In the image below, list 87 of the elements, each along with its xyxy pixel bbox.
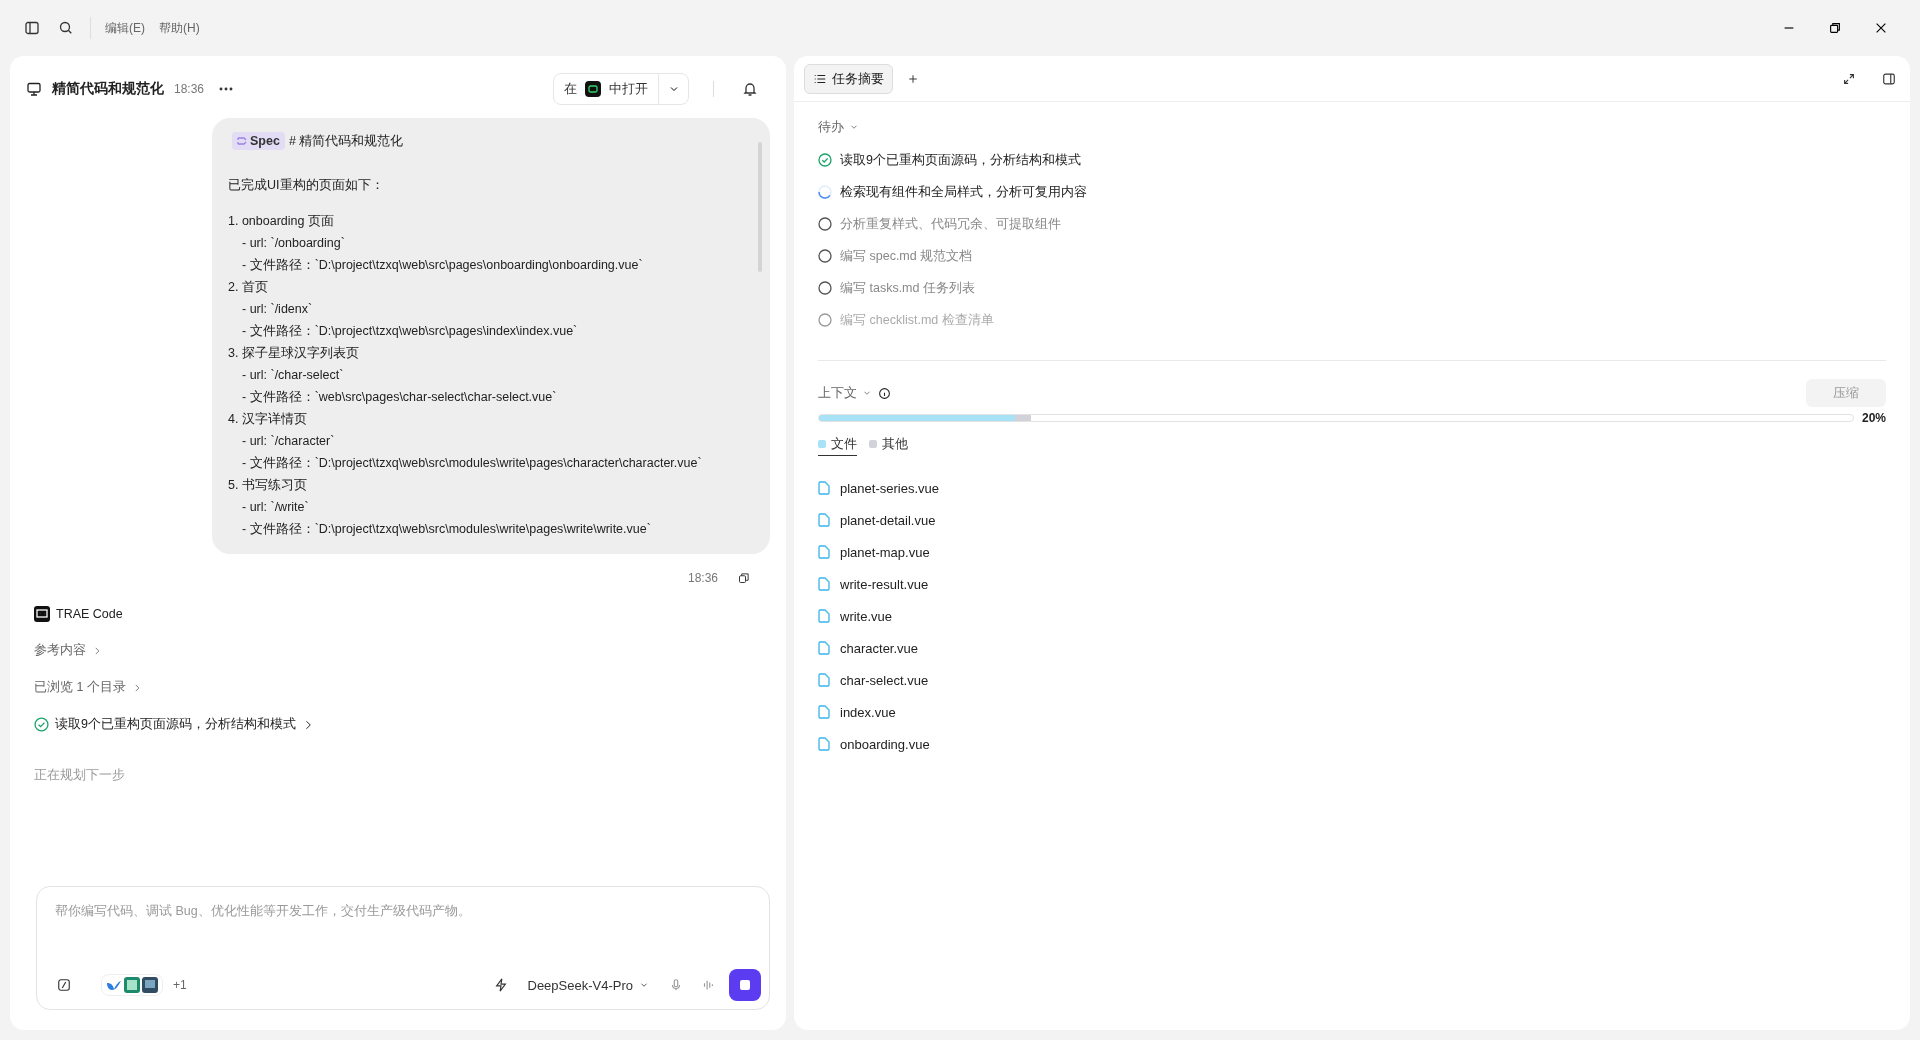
collapsible-step[interactable]: 参考内容	[34, 642, 102, 659]
todo-text: 分析重复样式、代码冗余、可提取组件	[840, 215, 1061, 233]
app-icon	[142, 977, 158, 993]
list-item: 1. onboarding 页面	[228, 213, 335, 230]
sidebar-icon	[24, 20, 40, 36]
file-icon	[818, 609, 830, 623]
file-icon	[818, 705, 830, 719]
file-name[interactable]: char-select.vue	[840, 672, 929, 688]
file-name[interactable]: index.vue	[840, 704, 896, 720]
model-selector[interactable]: DeepSeek-V4-Pro	[521, 976, 655, 994]
message-heading: # 精简代码和规范化	[288, 133, 404, 150]
todo-text: 编写 spec.md 规范文档	[840, 247, 973, 265]
extra-count: +1	[173, 978, 187, 992]
monitor-icon	[26, 81, 42, 97]
list-subitem: - 文件路径：`D:\project\tzxq\web\src\modules\write\pages\write\write.vue`	[241, 521, 652, 538]
task-step[interactable]: 读取9个已重构页面源码，分析结构和模式	[34, 716, 314, 733]
list-subitem: - url: `/character`	[241, 433, 336, 450]
file-name[interactable]: write.vue	[840, 608, 893, 624]
file-icon	[818, 577, 830, 591]
expand-icon	[1842, 71, 1856, 86]
menu-item[interactable]: 帮助(H)	[159, 19, 200, 37]
list-item: 5. 书写练习页	[228, 477, 308, 494]
file-icon	[818, 641, 830, 655]
list-subitem: - url: `/idenx`	[241, 301, 314, 318]
file-icon	[818, 673, 830, 687]
file-name[interactable]: planet-detail.vue	[840, 512, 936, 528]
microphone-icon	[669, 978, 683, 992]
search-icon	[58, 20, 74, 36]
context-chips[interactable]	[101, 974, 163, 996]
file-name[interactable]: write-result.vue	[840, 576, 929, 592]
chat-title: 精简代码和规范化	[52, 80, 164, 98]
file-icon	[818, 481, 830, 495]
file-name[interactable]: onboarding.vue	[840, 736, 930, 752]
file-name[interactable]: planet-series.vue	[840, 480, 939, 496]
spec-icon	[237, 136, 247, 146]
list-item: 4. 汉字详情页	[228, 411, 308, 428]
todo-text: 检索现有组件和全局样式，分析可复用内容	[840, 183, 1087, 201]
stop-icon	[740, 980, 750, 990]
plus-icon	[907, 72, 919, 85]
file-icon	[818, 513, 830, 527]
message-text: 已完成UI重构的页面如下：	[228, 177, 385, 194]
todo-text: 编写 checklist.md 检查清单	[840, 311, 994, 329]
app-icon	[124, 977, 140, 993]
spec-tag: Spec	[232, 132, 285, 150]
chat-time: 18:36	[174, 82, 205, 96]
todo-text: 编写 tasks.md 任务列表	[840, 279, 975, 297]
tab[interactable]: 任务摘要	[804, 63, 893, 94]
todo-section-toggle[interactable]: 待办	[818, 118, 1886, 136]
agent-logo-icon	[34, 606, 50, 622]
slash-icon	[57, 978, 71, 992]
check-circle-icon	[34, 717, 49, 732]
terminal-app-icon	[585, 81, 601, 97]
list-subitem: - url: `/write`	[241, 499, 310, 516]
open-in-label[interactable]: 在 中打开	[554, 80, 658, 98]
context-section-toggle[interactable]: 上下文	[818, 384, 872, 402]
legend-tab[interactable]: 文件	[818, 433, 857, 456]
copy-icon	[738, 572, 750, 584]
agent-name: TRAE Code	[56, 607, 123, 621]
info-icon	[878, 386, 891, 400]
open-in-button[interactable]: 在 中打开	[553, 73, 689, 105]
legend-tab[interactable]: 其他	[869, 433, 908, 456]
list-subitem: - url: `/onboarding`	[241, 235, 346, 252]
close-icon	[1874, 21, 1888, 35]
message-time: 18:36	[687, 571, 718, 585]
waveform-icon	[701, 978, 715, 992]
bell-icon	[742, 81, 758, 97]
list-subitem: - 文件路径：`D:\project\tzxq\web\src\pages\onboarding\onboarding.vue`	[241, 257, 644, 274]
list-subitem: - url: `/char-select`	[241, 367, 345, 384]
file-icon	[818, 545, 830, 559]
list-subitem: - 文件路径：`D:\project\tzxq\web\src\pages\index\index.vue`	[241, 323, 579, 340]
collapsible-step[interactable]: 已浏览 1 个目录	[34, 679, 142, 696]
lightning-icon	[493, 978, 508, 992]
chevron-right-icon	[92, 645, 102, 656]
menu-item[interactable]: 编辑(E)	[105, 19, 145, 37]
todo-text: 读取9个已重构页面源码，分析结构和模式	[840, 151, 1081, 169]
usage-percent: 20%	[1861, 411, 1886, 425]
file-name[interactable]: planet-map.vue	[840, 544, 930, 560]
list-subitem: - 文件路径：`web\src\pages\char-select\char-select.vue`	[241, 389, 558, 406]
restore-icon	[1828, 21, 1842, 35]
chat-input[interactable]: 帮你编写代码、调试 Bug、优化性能等开发工作，交付生产级代码产物。 +1 DeepSeek-V4-Pro	[36, 886, 770, 1010]
list-item: 2. 首页	[228, 279, 269, 296]
file-icon	[818, 737, 830, 751]
stop-button[interactable]	[729, 969, 761, 1001]
sidebar-icon	[1882, 71, 1896, 86]
list-subitem: - 文件路径：`D:\project\tzxq\web\src\modules\write\pages\character\character.vue`	[241, 455, 703, 472]
file-name[interactable]: character.vue	[840, 640, 919, 656]
list-item: 3. 探子星球汉字列表页	[228, 345, 360, 362]
